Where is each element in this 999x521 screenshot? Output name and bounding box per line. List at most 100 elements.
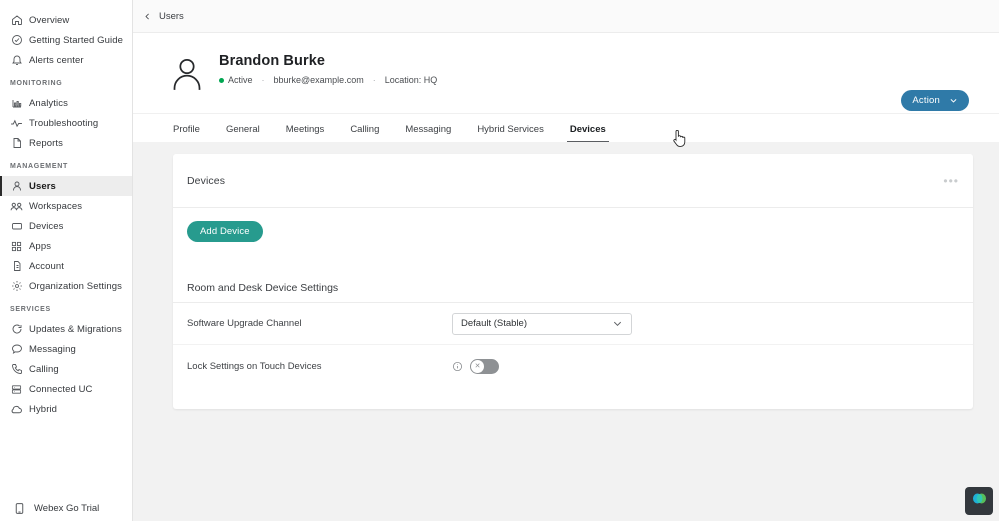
bell-icon (10, 54, 23, 67)
sidebar-item-label: Messaging (29, 343, 76, 355)
tab-devices[interactable]: Devices (566, 124, 609, 142)
main-content: Users Brandon Burke Active · bburke@exam… (133, 0, 999, 521)
server-icon (10, 383, 23, 396)
message-icon (10, 343, 23, 356)
sidebar-item-hybrid[interactable]: Hybrid (0, 399, 132, 419)
sidebar-group-title-monitoring: MONITORING (10, 80, 63, 87)
sidebar-item-messaging[interactable]: Messaging (0, 339, 132, 359)
sidebar-item-label: Users (29, 180, 56, 192)
apps-icon (10, 240, 23, 253)
tab-general[interactable]: General (226, 124, 260, 142)
device-icon (10, 220, 23, 233)
user-email: bburke@example.com (273, 75, 364, 85)
sidebar-item-apps[interactable]: Apps (0, 236, 132, 256)
sidebar-item-label: Overview (29, 14, 70, 26)
tabs-bar: Profile General Meetings Calling Messagi… (133, 114, 999, 142)
refresh-icon (10, 323, 23, 336)
toggle-knob: ✕ (471, 359, 484, 373)
document-icon (10, 137, 23, 150)
software-upgrade-channel-select[interactable]: Default (Stable) (452, 312, 632, 335)
breadcrumb-label: Users (159, 10, 184, 22)
home-icon (10, 14, 23, 27)
avatar (167, 54, 207, 94)
webex-badge[interactable] (965, 487, 993, 515)
info-icon[interactable] (452, 361, 463, 372)
sidebar-item-label: Connected UC (29, 383, 93, 395)
status-dot-icon (219, 77, 224, 83)
add-device-button[interactable]: Add Device (187, 221, 263, 242)
sidebar-item-label: Analytics (29, 97, 68, 109)
tab-messaging[interactable]: Messaging (405, 124, 451, 142)
chevron-down-icon (949, 96, 958, 105)
lock-settings-control: ✕ (452, 358, 499, 374)
chevron-down-icon (612, 318, 623, 329)
software-upgrade-channel-label: Software Upgrade Channel (187, 318, 302, 329)
lock-settings-toggle[interactable]: ✕ (470, 358, 499, 374)
tab-hybrid-services[interactable]: Hybrid Services (477, 124, 544, 142)
sidebar-item-label: Apps (29, 240, 52, 252)
sidebar-item-label: Troubleshooting (29, 117, 99, 129)
sidebar-item-label: Updates & Migrations (29, 323, 122, 335)
devices-section-title: Devices (187, 174, 226, 187)
sidebar-item-label: Webex Go Trial (34, 502, 100, 514)
user-icon (10, 180, 23, 193)
sidebar-item-devices[interactable]: Devices (0, 216, 132, 236)
action-button-label: Action (912, 95, 940, 106)
user-meta: Brandon Burke Active · bburke@example.co… (219, 51, 437, 85)
tab-calling[interactable]: Calling (350, 124, 379, 142)
account-icon (10, 260, 23, 273)
sidebar-group-title-services: SERVICES (10, 306, 51, 313)
pulse-icon (10, 117, 23, 130)
sidebar-item-reports[interactable]: Reports (0, 133, 132, 153)
separator: · (372, 75, 376, 85)
sidebar-item-webex-go-trial[interactable]: Webex Go Trial (0, 497, 132, 519)
select-value: Default (Stable) (461, 318, 528, 329)
sidebar-item-label: Account (29, 260, 65, 272)
sidebar: Overview Getting Started Guide Alerts ce… (0, 0, 133, 521)
setting-row-lock-settings: Lock Settings on Touch Devices ✕ (173, 345, 973, 387)
sidebar-item-label: Organization Settings (29, 280, 122, 292)
action-button[interactable]: Action (901, 90, 969, 111)
check-circle-icon (10, 34, 23, 47)
sidebar-item-label: Getting Started Guide (29, 34, 123, 46)
devices-card: Devices ••• Add Device Room and Desk Dev… (173, 154, 973, 409)
sidebar-item-alerts-center[interactable]: Alerts center (0, 50, 132, 70)
gear-icon (10, 280, 23, 293)
sidebar-item-calling[interactable]: Calling (0, 359, 132, 379)
tab-profile[interactable]: Profile (173, 124, 200, 142)
status-badge: Active (228, 75, 253, 85)
sidebar-item-label: Devices (29, 220, 64, 232)
bar-chart-icon (10, 97, 23, 110)
overflow-menu-icon[interactable]: ••• (943, 175, 959, 187)
devices-card-body: Add Device (173, 208, 973, 242)
tab-meetings[interactable]: Meetings (286, 124, 325, 142)
webex-logo-icon (971, 491, 988, 511)
setting-row-software-upgrade-channel: Software Upgrade Channel Default (Stable… (173, 303, 973, 345)
user-header: Brandon Burke Active · bburke@example.co… (133, 33, 999, 114)
sidebar-item-troubleshooting[interactable]: Troubleshooting (0, 113, 132, 133)
user-subtitle: Active · bburke@example.com · Location: … (219, 75, 437, 85)
chevron-left-icon (143, 12, 152, 21)
devices-card-header: Devices ••• (173, 154, 973, 208)
sidebar-item-getting-started-guide[interactable]: Getting Started Guide (0, 30, 132, 50)
user-location: Location: HQ (384, 75, 438, 85)
cloud-icon (10, 403, 23, 416)
content-area: Devices ••• Add Device Room and Desk Dev… (133, 142, 999, 521)
sidebar-item-users[interactable]: Users (0, 176, 132, 196)
sidebar-item-organization-settings[interactable]: Organization Settings (0, 276, 132, 296)
sidebar-item-overview[interactable]: Overview (0, 10, 132, 30)
sidebar-item-label: Workspaces (29, 200, 83, 212)
mobile-icon (12, 501, 26, 515)
sidebar-item-connected-uc[interactable]: Connected UC (0, 379, 132, 399)
sidebar-item-analytics[interactable]: Analytics (0, 93, 132, 113)
room-desk-settings-heading: Room and Desk Device Settings (173, 282, 973, 303)
sidebar-item-account[interactable]: Account (0, 256, 132, 276)
sidebar-item-workspaces[interactable]: Workspaces (0, 196, 132, 216)
breadcrumb-bar: Users (133, 0, 999, 33)
workspaces-icon (10, 200, 23, 213)
breadcrumb[interactable]: Users (143, 11, 184, 22)
sidebar-item-updates-migrations[interactable]: Updates & Migrations (0, 319, 132, 339)
